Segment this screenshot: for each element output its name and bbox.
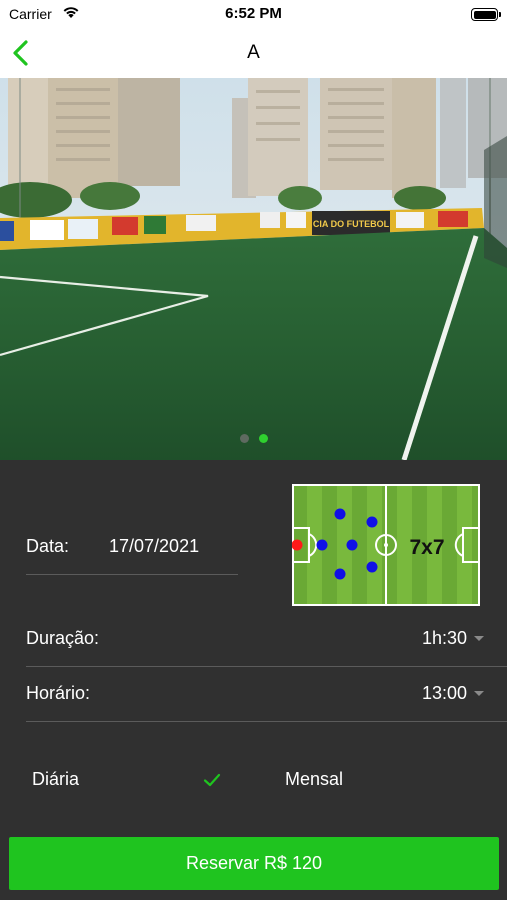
date-divider	[26, 574, 238, 575]
field-format-image: 7x7	[292, 484, 480, 606]
duration-divider	[26, 666, 507, 667]
venue-photo: CIA DO FUTEBOL	[0, 78, 507, 460]
time-label: Horário:	[26, 683, 91, 703]
chevron-down-icon[interactable]	[474, 636, 484, 641]
chevron-down-icon[interactable]	[474, 691, 484, 696]
clock: 6:52 PM	[225, 5, 282, 22]
reserve-button[interactable]: Reservar R$ 120	[9, 837, 499, 890]
time-divider	[26, 721, 507, 722]
page-dot[interactable]	[239, 434, 249, 443]
navigation-bar: A	[0, 28, 507, 78]
option-daily[interactable]: Diária	[32, 769, 79, 790]
status-bar: Carrier 6:52 PM	[0, 0, 507, 28]
battery-icon	[471, 8, 501, 21]
page-indicator[interactable]	[0, 430, 507, 443]
time-value[interactable]: 13:00	[422, 683, 467, 704]
banner-text: CIA DO FUTEBOL	[313, 219, 390, 229]
venue-photo-carousel[interactable]: CIA DO FUTEBOL	[0, 78, 507, 460]
field-format-label: 7x7	[409, 536, 444, 559]
checkmark-icon	[203, 773, 221, 787]
option-monthly[interactable]: Mensal	[285, 769, 343, 790]
page-dot-active[interactable]	[258, 434, 268, 443]
duration-value[interactable]: 1h:30	[422, 628, 467, 649]
date-value[interactable]: 17/07/2021	[109, 536, 199, 557]
date-label: Data:	[26, 536, 70, 556]
page-title: A	[247, 42, 260, 63]
duration-label: Duração:	[26, 628, 100, 648]
